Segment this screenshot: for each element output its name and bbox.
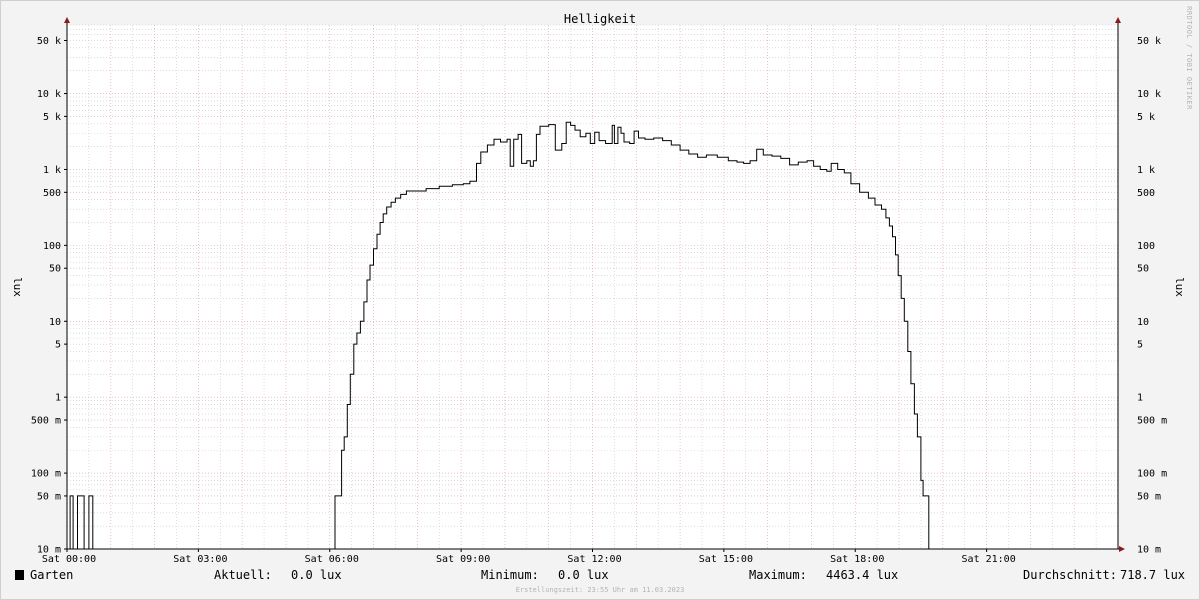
legend-series-name: Garten: [30, 568, 73, 582]
y-tick-label-right: 1 k: [1137, 165, 1155, 176]
y-tick-label-left: 5 k: [43, 112, 61, 123]
x-tick-label: Sat 06:00: [305, 554, 359, 565]
y-tick-label-right: 10: [1137, 317, 1149, 328]
x-tick-label: Sat 18:00: [830, 554, 884, 565]
chart-title: Helligkeit: [564, 12, 636, 26]
x-tick-label: Sat 09:00: [436, 554, 490, 565]
x-tick-label: Sat 15:00: [699, 554, 753, 565]
y-tick-labels-left: 10 m50 m100 m500 m1510501005001 k5 k10 k…: [31, 36, 67, 556]
y-tick-label-right: 100 m: [1137, 469, 1167, 480]
y-tick-label-right: 10 m: [1137, 545, 1161, 556]
x-tick-label: Sat 21:00: [962, 554, 1016, 565]
y-tick-label-left: 50 k: [37, 36, 61, 47]
y-tick-label-left: 500: [43, 188, 61, 199]
y-axis-right-arrow-icon: [1115, 17, 1121, 23]
durchschnitt-label: Durchschnitt:: [1023, 568, 1117, 582]
y-tick-label-left: 10: [49, 317, 61, 328]
maximum-value: 4463.4 lux: [826, 568, 898, 582]
x-tick-labels: Sat 00:00 Sat 03:00 Sat 06:00 Sat 09:00 Sat …: [42, 549, 1016, 565]
x-axis-arrow-icon: [1119, 546, 1125, 552]
y-tick-label-right: 1: [1137, 393, 1143, 404]
y-tick-label-right: 5 k: [1137, 112, 1155, 123]
x-tick-label: Sat 03:00: [173, 554, 227, 565]
y-tick-label-right: 10 k: [1137, 89, 1161, 100]
watermark: RRDTOOL / TOBI OETIKER: [1185, 6, 1193, 110]
y-tick-label-right: 500 m: [1137, 416, 1167, 427]
aktuell-label: Aktuell:: [214, 568, 272, 582]
y-tick-label-right: 50: [1137, 264, 1149, 275]
y-tick-label-left: 50 m: [37, 491, 61, 502]
y-tick-label-right: 100: [1137, 241, 1155, 252]
y-tick-label-left: 1 k: [43, 165, 61, 176]
y-tick-label-left: 100: [43, 241, 61, 252]
y-tick-label-right: 50 k: [1137, 36, 1161, 47]
minimum-label: Minimum:: [481, 568, 539, 582]
y-tick-labels-right: 10 m 50 m 100 m 500 m 1 5 10 50 100 500 1 k 5 k 10 k…: [1137, 36, 1167, 556]
y-tick-label-left: 50: [49, 264, 61, 275]
y-axis-title-left: lux: [11, 277, 24, 297]
y-tick-label-right: 50 m: [1137, 491, 1161, 502]
y-axis-title-right: lux: [1173, 277, 1186, 297]
y-tick-label-left: 1: [55, 393, 61, 404]
y-tick-label-left: 5: [55, 340, 61, 351]
chart: 10 m 50 m 100 m 500 m 1 5 10 50 100 500 1 k 5 k 10 k…: [11, 6, 1193, 594]
y-tick-label-right: 5: [1137, 340, 1143, 351]
maximum-label: Maximum:: [749, 568, 807, 582]
y-axis-arrow-icon: [64, 17, 70, 23]
legend-swatch: [15, 570, 24, 580]
y-tick-label-right: 500: [1137, 188, 1155, 199]
x-tick-label: Sat 00:00: [42, 554, 96, 565]
durchschnitt-value: 718.7 lux: [1120, 568, 1185, 582]
y-tick-label-left: 100 m: [31, 469, 61, 480]
x-tick-label: Sat 12:00: [567, 554, 621, 565]
y-tick-label-left: 500 m: [31, 416, 61, 427]
y-tick-label-left: 10 k: [37, 89, 61, 100]
minimum-value: 0.0 lux: [558, 568, 609, 582]
aktuell-value: 0.0 lux: [291, 568, 342, 582]
footer-timestamp: Erstellungszeit: 23:55 Uhr am 11.03.2023: [516, 586, 685, 594]
